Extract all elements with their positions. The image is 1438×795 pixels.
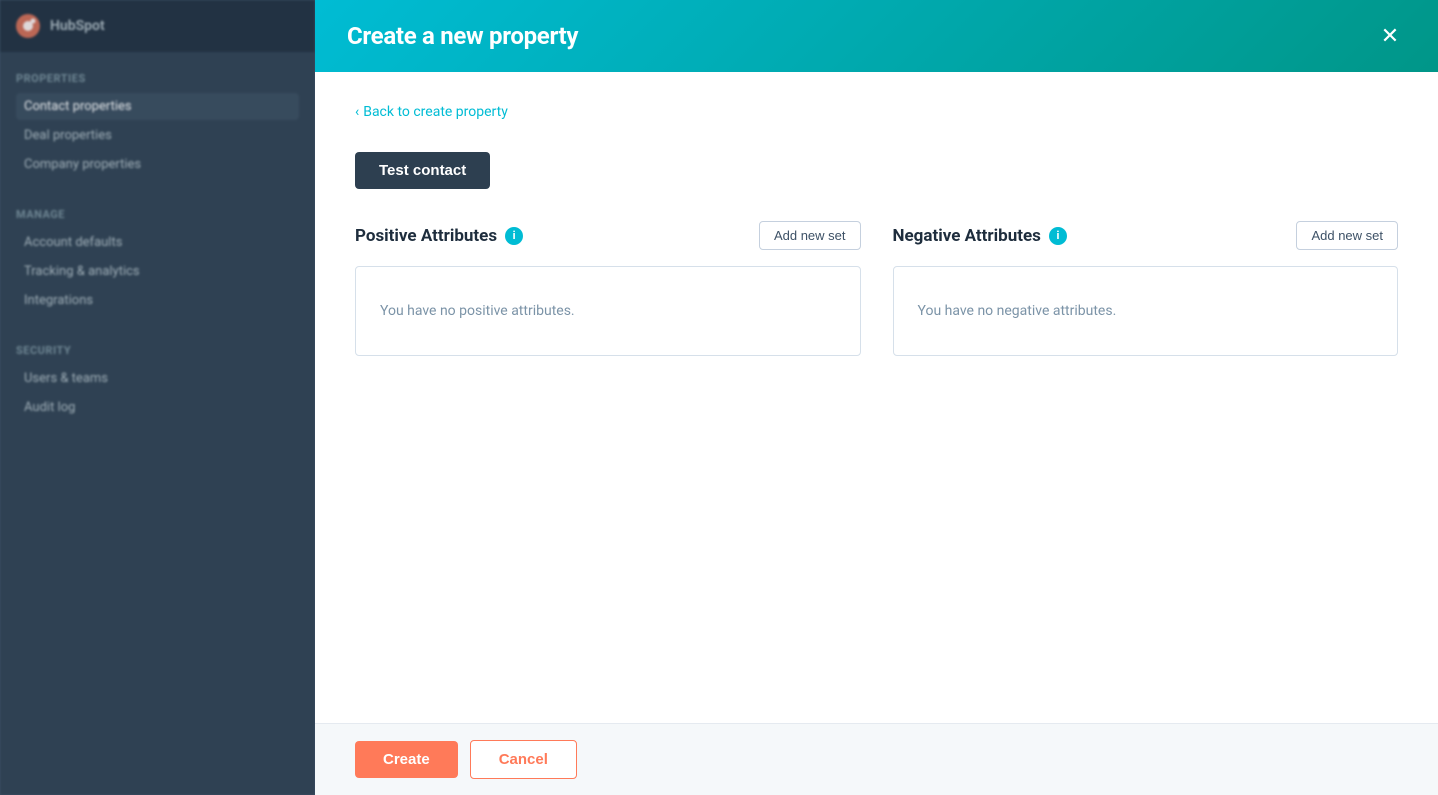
sidebar-item-deals[interactable]: Deal properties bbox=[16, 122, 299, 149]
sidebar-section-label-2: Manage bbox=[16, 208, 299, 221]
negative-attributes-section: Negative Attributes i Add new set You ha… bbox=[893, 221, 1399, 356]
sidebar-section-2: Manage Account defaults Tracking & analy… bbox=[0, 188, 315, 324]
positive-attributes-title: Positive Attributes bbox=[355, 226, 497, 246]
modal-panel: Create a new property ✕ ‹ Back to create… bbox=[315, 0, 1438, 795]
positive-attributes-title-group: Positive Attributes i bbox=[355, 226, 523, 246]
sidebar-item-audit[interactable]: Audit log bbox=[16, 394, 299, 421]
positive-attributes-empty-text: You have no positive attributes. bbox=[380, 303, 575, 319]
sidebar-item-companies[interactable]: Company properties bbox=[16, 151, 299, 178]
back-to-create-property-link[interactable]: ‹ Back to create property bbox=[355, 104, 1398, 120]
modal-header: Create a new property ✕ bbox=[315, 0, 1438, 72]
sidebar-item-users[interactable]: Users & teams bbox=[16, 365, 299, 392]
positive-attributes-header: Positive Attributes i Add new set bbox=[355, 221, 861, 250]
modal-close-button[interactable]: ✕ bbox=[1374, 20, 1406, 52]
test-contact-button[interactable]: Test contact bbox=[355, 152, 490, 189]
positive-add-new-set-button[interactable]: Add new set bbox=[759, 221, 861, 250]
negative-attributes-empty-box: You have no negative attributes. bbox=[893, 266, 1399, 356]
modal-title: Create a new property bbox=[347, 22, 578, 50]
sidebar-item-integrations[interactable]: Integrations bbox=[16, 287, 299, 314]
sidebar: HubSpot Properties Contact properties De… bbox=[0, 0, 315, 795]
cancel-button[interactable]: Cancel bbox=[470, 740, 577, 779]
sidebar-item-contacts[interactable]: Contact properties bbox=[16, 93, 299, 120]
back-link-label: Back to create property bbox=[363, 104, 508, 120]
test-contact-section: Test contact bbox=[355, 152, 1398, 221]
sidebar-section-label-3: Security bbox=[16, 344, 299, 357]
back-chevron-icon: ‹ bbox=[355, 104, 359, 120]
sidebar-item-account[interactable]: Account defaults bbox=[16, 229, 299, 256]
negative-attributes-info-icon[interactable]: i bbox=[1049, 227, 1067, 245]
modal-footer: Create Cancel bbox=[315, 723, 1438, 795]
hubspot-logo-icon bbox=[16, 14, 40, 38]
positive-attributes-section: Positive Attributes i Add new set You ha… bbox=[355, 221, 861, 356]
sidebar-title: HubSpot bbox=[50, 18, 105, 34]
negative-attributes-header: Negative Attributes i Add new set bbox=[893, 221, 1399, 250]
sidebar-section-3: Security Users & teams Audit log bbox=[0, 324, 315, 431]
positive-attributes-info-icon[interactable]: i bbox=[505, 227, 523, 245]
sidebar-item-tracking[interactable]: Tracking & analytics bbox=[16, 258, 299, 285]
positive-attributes-empty-box: You have no positive attributes. bbox=[355, 266, 861, 356]
negative-attributes-title: Negative Attributes bbox=[893, 226, 1041, 246]
sidebar-section-1: Properties Contact properties Deal prope… bbox=[0, 52, 315, 188]
attributes-row: Positive Attributes i Add new set You ha… bbox=[355, 221, 1398, 356]
create-button[interactable]: Create bbox=[355, 741, 458, 778]
sidebar-section-label-1: Properties bbox=[16, 72, 299, 85]
negative-add-new-set-button[interactable]: Add new set bbox=[1296, 221, 1398, 250]
sidebar-header: HubSpot bbox=[0, 0, 315, 52]
negative-attributes-empty-text: You have no negative attributes. bbox=[918, 303, 1117, 319]
negative-attributes-title-group: Negative Attributes i bbox=[893, 226, 1067, 246]
modal-body: ‹ Back to create property Test contact P… bbox=[315, 72, 1438, 723]
